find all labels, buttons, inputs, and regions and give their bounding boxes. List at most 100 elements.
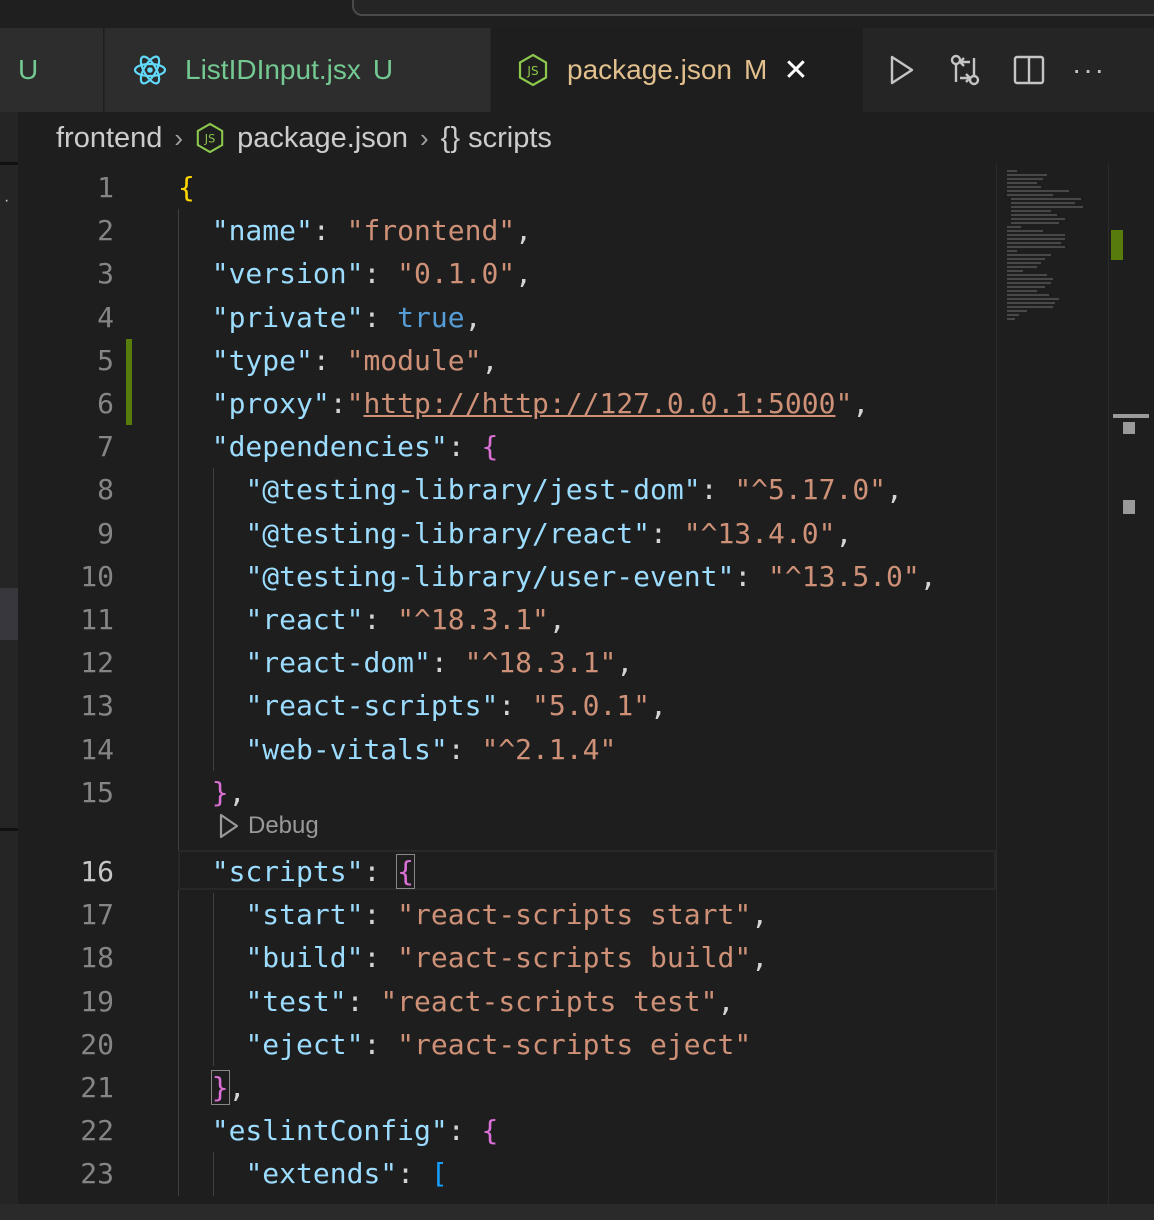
code-token: , xyxy=(481,343,499,377)
code-token: "^2.1.4" xyxy=(481,732,617,766)
code-line[interactable]: 4 "private": true, xyxy=(18,296,996,339)
minimap-line xyxy=(1007,254,1051,256)
code-line[interactable]: 18 "build": "react-scripts build", xyxy=(18,936,996,979)
split-editor-icon[interactable] xyxy=(1004,28,1054,112)
code-line[interactable]: 15 }, xyxy=(18,771,996,814)
code-token: "web-vitals" xyxy=(245,732,448,766)
code-line[interactable]: 14 "web-vitals": "^2.1.4" xyxy=(18,728,996,771)
code-line[interactable]: 11 "react": "^18.3.1", xyxy=(18,598,996,641)
code-token: { xyxy=(178,171,195,204)
scrollbar-thumb[interactable] xyxy=(1123,422,1135,434)
more-actions-icon[interactable]: ··· xyxy=(1064,28,1114,112)
code-token: true xyxy=(397,300,465,334)
compare-changes-icon[interactable] xyxy=(940,28,990,112)
minimap-line xyxy=(1007,302,1055,304)
line-number: 1 xyxy=(97,171,114,204)
code-line[interactable]: 20 "eject": "react-scripts eject" xyxy=(18,1023,996,1066)
code-line[interactable]: 2 "name": "frontend", xyxy=(18,209,996,252)
code-line[interactable]: 1{ xyxy=(18,166,996,209)
code-token: "^13.5.0" xyxy=(768,559,920,593)
code-line[interactable]: 21 }, xyxy=(18,1066,996,1109)
code-line[interactable]: 16 "scripts": { xyxy=(18,850,996,893)
line-number: 4 xyxy=(97,300,114,334)
tab-status-badge: U xyxy=(18,54,39,85)
command-center[interactable] xyxy=(352,0,1154,16)
code-line[interactable]: 10 "@testing-library/user-event": "^13.5… xyxy=(18,555,996,598)
code-line[interactable]: 22 "eslintConfig": { xyxy=(18,1109,996,1152)
code-token: : xyxy=(447,732,482,766)
code-line[interactable]: 12 "react-dom": "^18.3.1", xyxy=(18,641,996,684)
code-line[interactable]: 7 "dependencies": { xyxy=(18,425,996,468)
minimap-line xyxy=(1011,214,1057,216)
code-token: "proxy" xyxy=(211,387,330,420)
code-token: "^18.3.1" xyxy=(464,646,617,680)
code-token: " xyxy=(835,387,853,420)
code-token: "@testing-library/react" xyxy=(245,516,651,550)
line-number: 9 xyxy=(97,516,114,550)
code-token: { xyxy=(481,1114,499,1148)
line-number: 6 xyxy=(97,387,114,420)
code-token: : xyxy=(650,516,684,550)
code-text: "web-vitals": "^2.1.4" xyxy=(178,728,616,771)
code-text: "private": true, xyxy=(178,296,482,339)
tab-listidinput[interactable]: ListIDInput.jsx U xyxy=(105,28,490,112)
minimap-line xyxy=(1007,282,1051,284)
tab-label: ListIDInput.jsx xyxy=(185,54,361,85)
code-text: "test": "react-scripts test", xyxy=(178,980,734,1023)
code-text: "scripts": { xyxy=(178,850,416,893)
chevron-right-icon: › xyxy=(174,122,184,153)
code-token: , xyxy=(515,214,533,248)
code-line[interactable]: 23 "extends": [ xyxy=(18,1152,996,1195)
minimap-line xyxy=(1007,170,1017,172)
minimap[interactable] xyxy=(996,164,1109,1204)
code-line[interactable]: 8 "@testing-library/jest-dom": "^5.17.0"… xyxy=(18,468,996,511)
code-token: "react" xyxy=(245,603,364,636)
code-text: "build": "react-scripts build", xyxy=(178,936,768,979)
horizontal-scrollbar[interactable] xyxy=(0,1204,1154,1220)
minimap-line xyxy=(1007,318,1015,320)
code-line[interactable]: 17 "start": "react-scripts start", xyxy=(18,893,996,936)
line-number: 13 xyxy=(80,689,114,723)
svg-text:JS: JS xyxy=(204,133,215,146)
code-line[interactable]: 19 "test": "react-scripts test", xyxy=(18,980,996,1023)
code-token: "eject" xyxy=(245,1027,364,1061)
minimap-line xyxy=(1007,194,1053,196)
code-token: "5.0.1" xyxy=(532,689,651,723)
line-number: 2 xyxy=(97,214,114,248)
code-line[interactable]: 9 "@testing-library/react": "^13.4.0", xyxy=(18,512,996,555)
code-text: "start": "react-scripts start", xyxy=(178,893,768,936)
code-line[interactable]: 13 "react-scripts": "5.0.1", xyxy=(18,684,996,727)
breadcrumb: frontend › JS package.json › {} scripts xyxy=(56,116,552,160)
code-text: "type": "module", xyxy=(178,339,499,382)
breadcrumb-folder[interactable]: frontend xyxy=(56,122,162,155)
panel-divider xyxy=(0,162,18,165)
vertical-scrollbar[interactable] xyxy=(1108,164,1154,1204)
code-text: "extends": [ xyxy=(178,1152,447,1195)
scrollbar-change-marker xyxy=(1111,230,1123,260)
code-token: , xyxy=(464,300,482,334)
minimap-line xyxy=(1007,190,1069,192)
code-token: , xyxy=(852,387,870,420)
scrollbar-cursor-marker xyxy=(1113,414,1149,418)
debug-codelens[interactable]: Debug xyxy=(218,810,319,842)
tab-package-json[interactable]: JS package.json M ✕ xyxy=(491,28,863,112)
code-editor[interactable]: 1{2 "name": "frontend", 3 "version": "0.1… xyxy=(18,164,996,1204)
code-token: , xyxy=(650,689,667,723)
code-text: }, xyxy=(178,1066,245,1109)
close-icon[interactable]: ✕ xyxy=(783,53,808,88)
code-token: : xyxy=(329,387,347,420)
line-number: 18 xyxy=(80,941,114,975)
code-line[interactable]: 3 "version": "0.1.0", xyxy=(18,252,996,295)
code-line[interactable]: 6 "proxy":"http://http://127.0.0.1:5000"… xyxy=(18,382,996,425)
code-line[interactable]: 5 "type": "module", xyxy=(18,339,996,382)
breadcrumb-symbol[interactable]: {} scripts xyxy=(441,122,552,155)
tab-previous-file[interactable]: U xyxy=(0,28,104,112)
breadcrumb-file[interactable]: package.json xyxy=(237,122,408,155)
run-icon[interactable] xyxy=(876,28,926,112)
code-token: , xyxy=(751,941,769,975)
minimap-line xyxy=(1007,226,1021,228)
debug-play-icon xyxy=(218,813,240,839)
minimap-line xyxy=(1007,258,1045,260)
